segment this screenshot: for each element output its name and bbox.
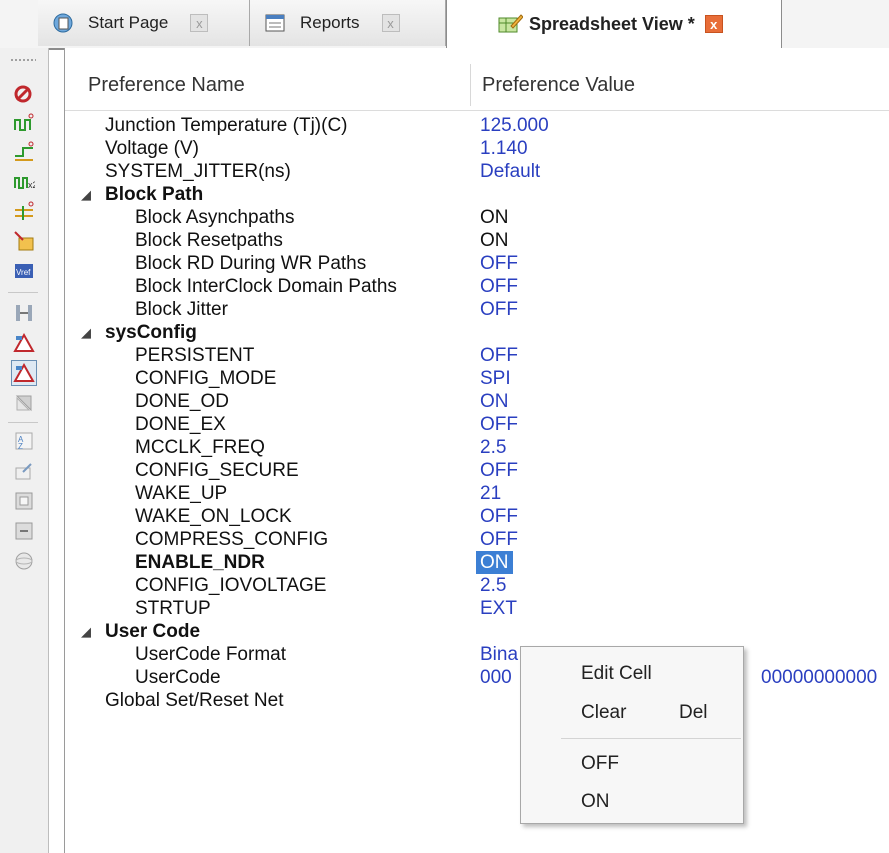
clock-jitter-icon[interactable]: x2 <box>11 168 37 194</box>
io-timing-icon[interactable] <box>11 138 37 164</box>
toolbar-grip[interactable] <box>10 58 36 62</box>
tab-label: Spreadsheet View * <box>529 13 695 34</box>
globe-icon[interactable] <box>11 548 37 574</box>
warning-icon[interactable] <box>11 330 37 356</box>
table-row[interactable]: Global Set/Reset Net <box>65 689 889 712</box>
timing-check-icon[interactable] <box>11 80 37 106</box>
menu-item-off[interactable]: OFF <box>581 753 619 775</box>
reports-icon <box>262 11 288 35</box>
table-row[interactable]: WAKE_UP 21 <box>65 482 889 505</box>
group-row-user-code[interactable]: ◢ User Code <box>65 620 889 643</box>
svg-text:Vref: Vref <box>16 268 31 277</box>
table-row[interactable]: Block Asynchpaths ON <box>65 206 889 229</box>
path-icon[interactable] <box>11 198 37 224</box>
tab-start-page[interactable]: Start Page x <box>38 0 250 46</box>
table-row[interactable]: CONFIG_MODE SPI <box>65 367 889 390</box>
close-icon[interactable]: x <box>190 14 209 32</box>
menu-item-edit-cell[interactable]: Edit Cell <box>581 663 652 685</box>
group-icon[interactable] <box>11 300 37 326</box>
collapse-triangle-icon[interactable]: ◢ <box>81 321 91 344</box>
table-row[interactable]: UserCode Format Bina <box>65 643 889 666</box>
table-row[interactable]: CONFIG_IOVOLTAGE 2.5 <box>65 574 889 597</box>
collapse-triangle-icon[interactable]: ◢ <box>81 183 91 206</box>
disabled-icon[interactable] <box>11 390 37 416</box>
warning-active-icon[interactable] <box>11 360 37 386</box>
table-row[interactable]: UserCode 000 00000000000 <box>65 666 889 689</box>
table-row[interactable]: Block Jitter OFF <box>65 298 889 321</box>
tab-bar: Start Page x Reports x Spreadsheet View … <box>0 0 889 50</box>
sort-icon[interactable]: AZ <box>11 428 37 454</box>
table-row[interactable]: SYSTEM_JITTER(ns) Default <box>65 160 889 183</box>
table-row[interactable]: Block Resetpaths ON <box>65 229 889 252</box>
menu-item-on[interactable]: ON <box>581 791 610 813</box>
svg-text:Z: Z <box>18 442 23 451</box>
context-menu: Edit Cell Clear Del OFF ON <box>520 646 744 824</box>
table-row[interactable]: CONFIG_SECURE OFF <box>65 459 889 482</box>
table-row[interactable]: Block RD During WR Paths OFF <box>65 252 889 275</box>
collapse-triangle-icon[interactable]: ◢ <box>81 620 91 643</box>
spreadsheet-view: Preference Name Preference Value Junctio… <box>64 48 889 853</box>
table-row[interactable]: DONE_OD ON <box>65 390 889 413</box>
column-header: Preference Name Preference Value <box>65 60 889 111</box>
table-row[interactable]: WAKE_ON_LOCK OFF <box>65 505 889 528</box>
table-row[interactable]: STRTUP EXT <box>65 597 889 620</box>
tab-label: Start Page <box>88 13 169 32</box>
close-icon[interactable]: x <box>381 14 400 32</box>
group-row-block-path[interactable]: ◢ Block Path <box>65 183 889 206</box>
table-row[interactable]: Junction Temperature (Tj)(C) 125.000 <box>65 114 889 137</box>
left-toolbar: x2 Vref AZ <box>0 48 49 853</box>
table-row[interactable]: DONE_EX OFF <box>65 413 889 436</box>
table-row[interactable]: COMPRESS_CONFIG OFF <box>65 528 889 551</box>
column-header-value[interactable]: Preference Value <box>482 74 635 97</box>
usercode-value-tail: 00000000000 <box>761 667 878 688</box>
tab-reports[interactable]: Reports x <box>250 0 446 46</box>
column-header-name[interactable]: Preference Name <box>88 74 245 97</box>
collapse-icon[interactable] <box>11 518 37 544</box>
table-row[interactable]: PERSISTENT OFF <box>65 344 889 367</box>
tab-label: Reports <box>300 13 360 32</box>
menu-item-clear[interactable]: Clear Del <box>581 702 708 724</box>
menu-separator <box>561 738 741 739</box>
vref-icon[interactable]: Vref <box>11 258 37 284</box>
clock-icon[interactable] <box>11 110 37 136</box>
group-row-sysconfig[interactable]: ◢ sysConfig <box>65 321 889 344</box>
import-icon[interactable] <box>11 228 37 254</box>
shortcut-label: Del <box>679 702 708 723</box>
table-row[interactable]: Voltage (V) 1.140 <box>65 137 889 160</box>
selected-cell[interactable]: ON <box>476 551 513 574</box>
close-icon[interactable]: x <box>704 15 723 33</box>
start-page-icon <box>50 11 76 35</box>
table-row-selected[interactable]: ENABLE_NDR ON <box>65 551 889 574</box>
svg-text:x2: x2 <box>28 180 35 190</box>
tab-spreadsheet-view[interactable]: Spreadsheet View * x <box>446 0 782 48</box>
table-row[interactable]: MCCLK_FREQ 2.5 <box>65 436 889 459</box>
table-row[interactable]: Block InterClock Domain Paths OFF <box>65 275 889 298</box>
export-icon[interactable] <box>11 458 37 484</box>
spreadsheet-icon <box>497 12 523 36</box>
expand-icon[interactable] <box>11 488 37 514</box>
